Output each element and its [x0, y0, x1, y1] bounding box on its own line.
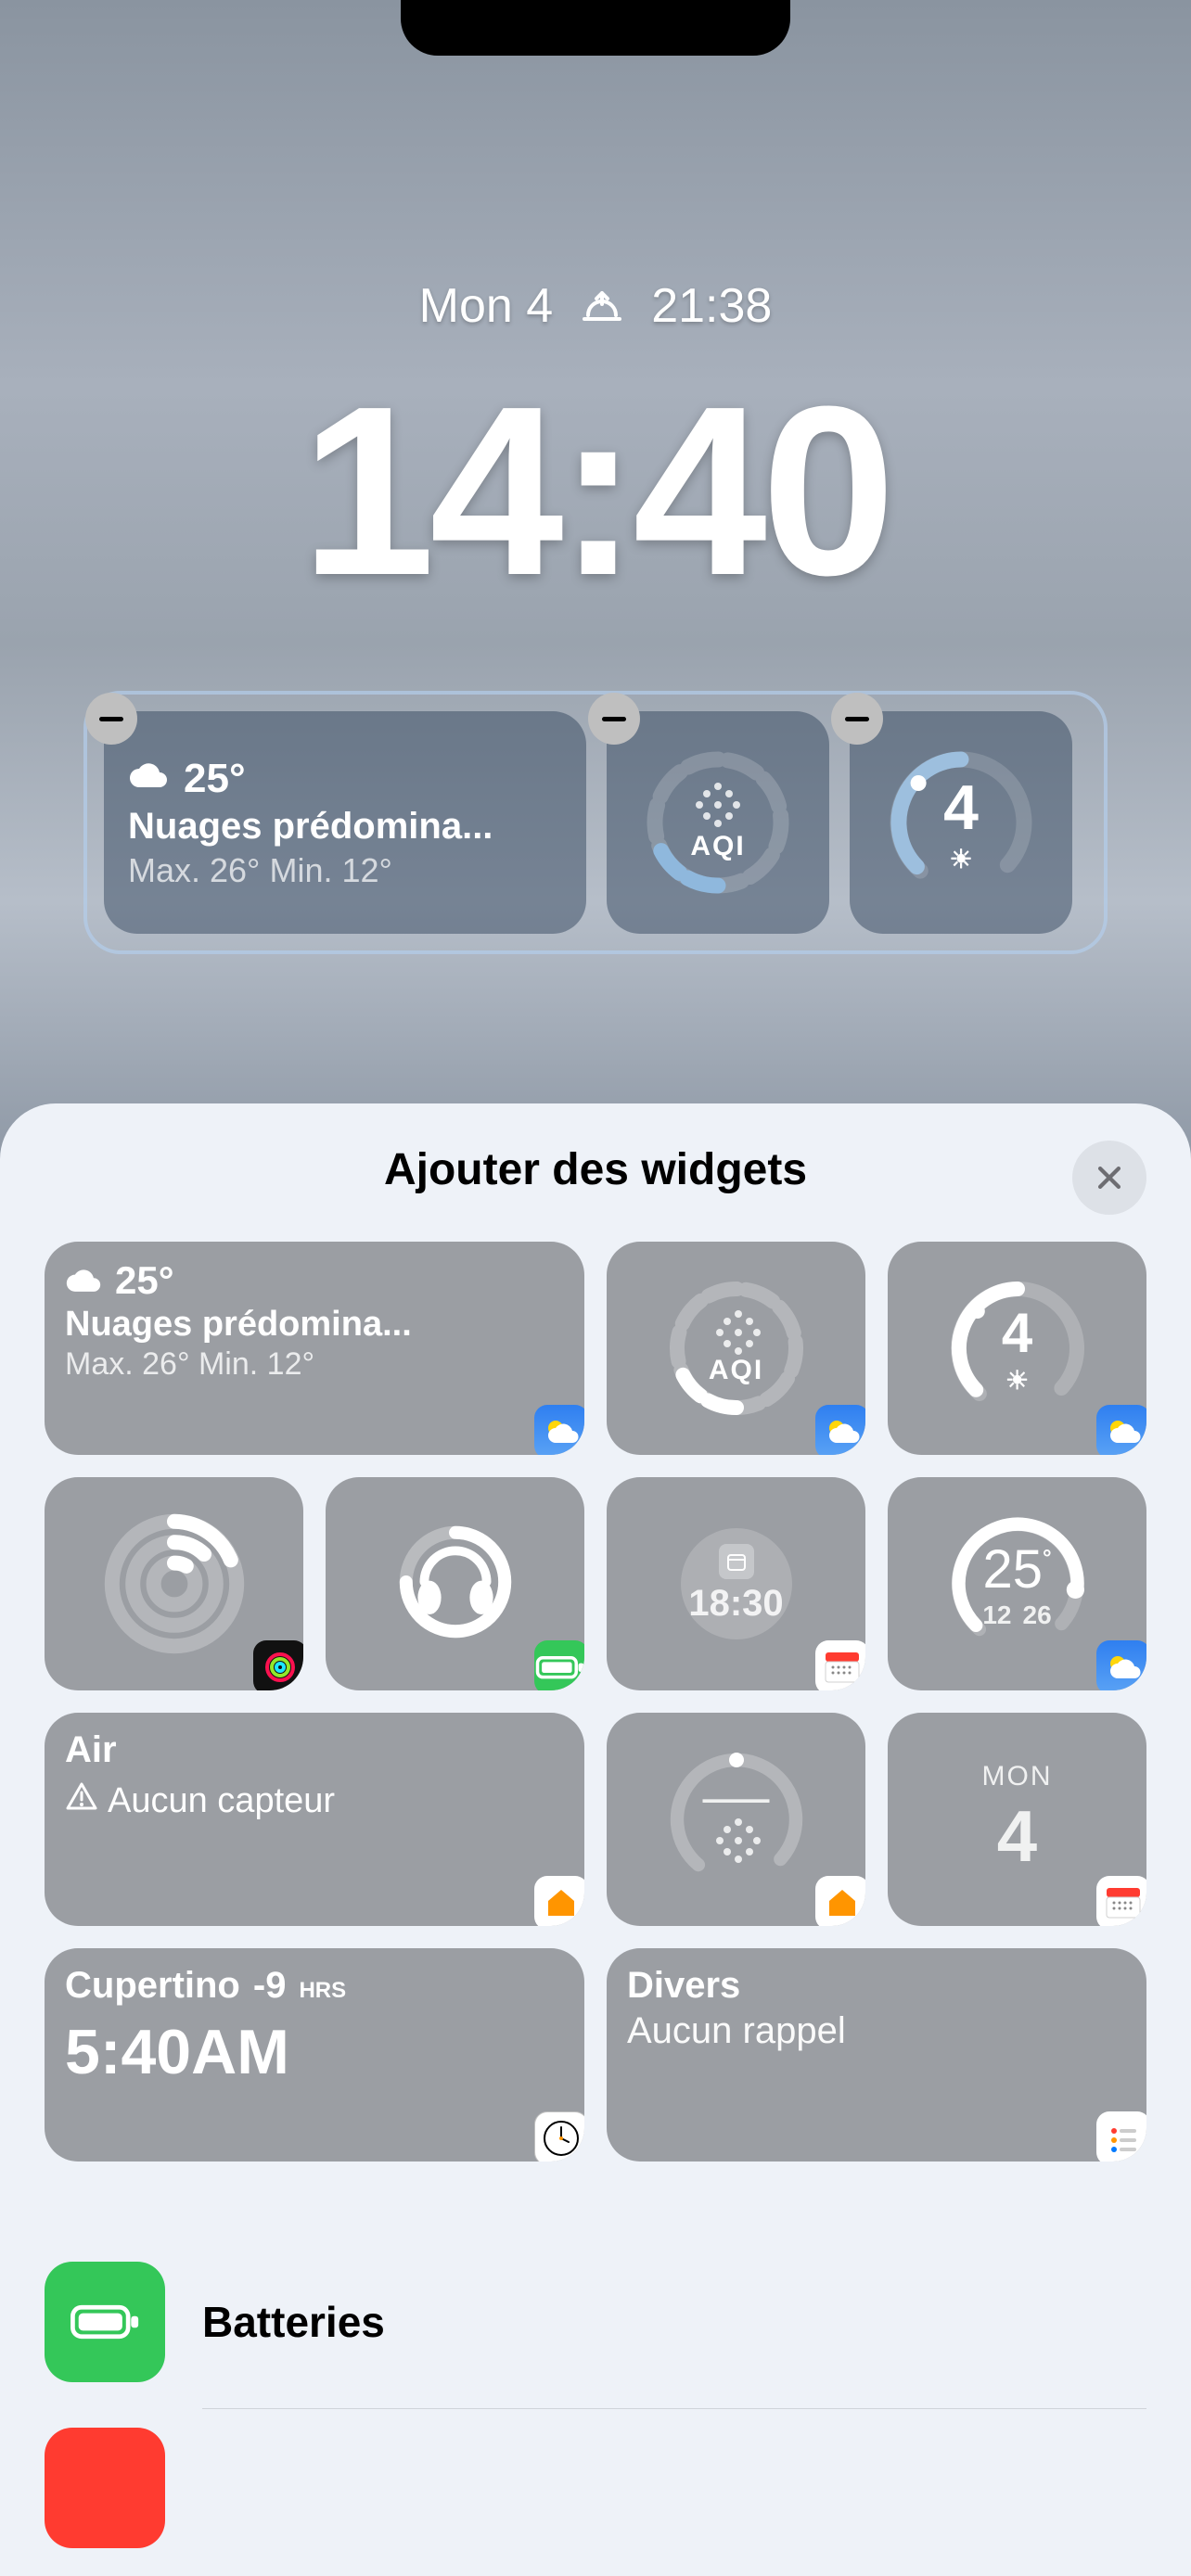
aqi-icon: [696, 783, 740, 827]
cloud-icon: [128, 759, 169, 798]
lockscreen-date-row: Mon 4 21:38: [0, 278, 1191, 334]
suggestion-calendar-day[interactable]: MON 4: [888, 1713, 1146, 1926]
notch: [401, 0, 790, 56]
sheet-title: Ajouter des widgets: [384, 1144, 807, 1195]
suggestion-home-air[interactable]: Air Aucun capteur: [45, 1713, 584, 1926]
close-button[interactable]: [1072, 1141, 1146, 1215]
selected-widget-aqi[interactable]: AQI: [607, 711, 829, 934]
remove-widget-button[interactable]: [588, 693, 640, 745]
weather-condition: Nuages prédomina...: [128, 806, 562, 848]
lockscreen-clock[interactable]: 14:40: [0, 371, 1191, 612]
suggestion-uv[interactable]: 4 ☀︎: [888, 1242, 1146, 1455]
calendar-dow: MON: [982, 1761, 1053, 1792]
world-clock-time: 5:40AM: [65, 2016, 564, 2088]
uv-value: 4: [1002, 1301, 1032, 1365]
app-row-batteries[interactable]: Batteries: [45, 2236, 1146, 2408]
weather-app-icon: [1096, 1405, 1146, 1455]
add-widgets-sheet: Ajouter des widgets 25° Nuages prédomina…: [0, 1103, 1191, 2576]
remove-widget-button[interactable]: [831, 693, 883, 745]
weather-app-icon: [815, 1405, 865, 1455]
suggestion-battery-headphones[interactable]: [326, 1477, 584, 1690]
fitness-app-icon: [253, 1640, 303, 1690]
weather-minmax: Max. 26° Min. 12°: [65, 1346, 564, 1383]
uv-gauge: 4 ☀︎: [882, 744, 1040, 901]
app-label: Batteries: [202, 2297, 385, 2347]
selected-widget-uv[interactable]: 4 ☀︎: [850, 711, 1072, 934]
clock-app-icon: [534, 2111, 584, 2162]
world-clock-offset: -9: [253, 1965, 287, 2007]
weather-app-icon: [1096, 1640, 1146, 1690]
uv-value: 4: [943, 772, 979, 844]
home-app-icon: [534, 1876, 584, 1926]
weather-temp: 25°: [115, 1258, 174, 1303]
weather-minmax: Max. 26° Min. 12°: [128, 851, 562, 890]
suggestion-weather-conditions[interactable]: 25° Nuages prédomina... Max. 26° Min. 12…: [45, 1242, 584, 1455]
weather-temp: 25°: [184, 756, 246, 802]
sun-icon: ☀︎: [1005, 1365, 1029, 1396]
reminders-subtitle: Aucun rappel: [627, 2010, 1126, 2052]
aqi-icon: [716, 1310, 757, 1351]
app-icon: [45, 2428, 165, 2548]
calendar-app-icon: [815, 1640, 865, 1690]
reminders-title: Divers: [627, 1965, 1126, 2007]
suggestion-reminders[interactable]: Divers Aucun rappel: [607, 1948, 1146, 2162]
suggestion-temperature[interactable]: 25 ° 12 26: [888, 1477, 1146, 1690]
date-label: Mon 4: [419, 278, 554, 334]
remove-widget-button[interactable]: [85, 693, 137, 745]
app-row-next[interactable]: [45, 2409, 1146, 2574]
temp-low: 12: [982, 1600, 1011, 1630]
weather-condition: Nuages prédomina...: [65, 1305, 564, 1345]
selected-widget-weather[interactable]: 25° Nuages prédomina... Max. 26° Min. 12…: [104, 711, 586, 934]
suggestion-activity-rings[interactable]: [45, 1477, 303, 1690]
battery-app-icon: [534, 1640, 584, 1690]
aqi-label: AQI: [690, 831, 745, 862]
aqi-gauge: AQI: [639, 744, 797, 901]
calendar-app-icon: [1096, 1876, 1146, 1926]
aqi-gauge: AQI: [662, 1274, 811, 1422]
warning-icon: [65, 1780, 98, 1822]
sun-icon: ☀︎: [949, 844, 972, 874]
air-subtitle: Aucun capteur: [108, 1781, 335, 1821]
air-title: Air: [65, 1729, 564, 1771]
world-clock-city: Cupertino: [65, 1965, 240, 2007]
aqi-icon: [716, 1818, 757, 1859]
uv-gauge: 4 ☀︎: [943, 1274, 1092, 1422]
temp-gauge: 25 ° 12 26: [943, 1510, 1092, 1658]
suggestion-next-event[interactable]: 18:30: [607, 1477, 865, 1690]
suggestion-aqi[interactable]: AQI: [607, 1242, 865, 1455]
calendar-mini-icon: [719, 1544, 754, 1579]
reminders-app-icon: [1096, 2111, 1146, 2162]
home-app-icon: [815, 1876, 865, 1926]
aqi-label: AQI: [709, 1355, 763, 1386]
sunset-icon: [581, 287, 623, 325]
temp-main: 25: [982, 1538, 1043, 1600]
headphones-icon: [391, 1517, 520, 1651]
sunset-time: 21:38: [651, 278, 772, 334]
suggestion-home-climate[interactable]: ——: [607, 1713, 865, 1926]
temp-high: 26: [1023, 1600, 1052, 1630]
climate-value: ——: [703, 1779, 770, 1818]
climate-gauge: ——: [662, 1745, 811, 1894]
widget-app-list: Batteries: [45, 2236, 1146, 2574]
cloud-icon: [65, 1258, 102, 1303]
weather-app-icon: [534, 1405, 584, 1455]
calendar-day: 4: [997, 1794, 1037, 1879]
next-event-time: 18:30: [688, 1583, 783, 1625]
activity-rings-icon: [100, 1510, 249, 1658]
selected-widgets-strip[interactable]: 25° Nuages prédomina... Max. 26° Min. 12…: [83, 691, 1108, 954]
widget-suggestions-grid: 25° Nuages prédomina... Max. 26° Min. 12…: [45, 1242, 1146, 2162]
suggestion-world-clock[interactable]: Cupertino -9 HRS 5:40AM: [45, 1948, 584, 2162]
batteries-app-icon: [45, 2262, 165, 2382]
world-clock-hrs-label: HRS: [299, 1978, 346, 2004]
